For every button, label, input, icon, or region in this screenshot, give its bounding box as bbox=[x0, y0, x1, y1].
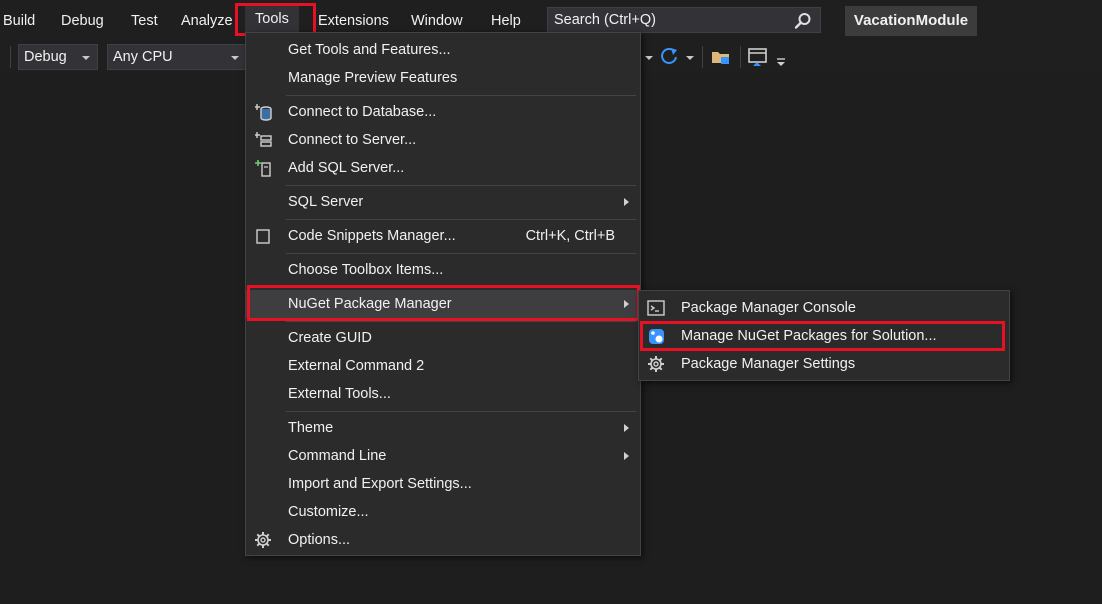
menu-item-label: Options... bbox=[288, 532, 351, 548]
menu-item-get-tools[interactable]: Get Tools and Features... bbox=[246, 36, 640, 64]
menu-item-code-snippets-manager[interactable]: Code Snippets Manager... Ctrl+K, Ctrl+B bbox=[246, 222, 640, 250]
menu-item-import-export-settings[interactable]: Import and Export Settings... bbox=[246, 470, 640, 498]
search-icon bbox=[794, 13, 811, 29]
toolbar-separator bbox=[10, 46, 11, 68]
menu-item-label: Command Line bbox=[288, 448, 387, 464]
chevron-down-icon bbox=[231, 56, 239, 60]
menu-item-label: Code Snippets Manager... bbox=[288, 228, 456, 244]
menu-item-sql-server[interactable]: SQL Server bbox=[246, 188, 640, 216]
submenu-arrow-icon bbox=[624, 424, 629, 432]
configuration-dropdown[interactable]: Debug bbox=[18, 44, 98, 70]
dropdown-arrow-icon[interactable] bbox=[686, 56, 694, 60]
menu-item-label: Get Tools and Features... bbox=[288, 42, 451, 58]
menu-item-manage-nuget-packages-for-solution[interactable]: Manage NuGet Packages for Solution... bbox=[639, 322, 1009, 350]
configuration-value: Debug bbox=[24, 49, 67, 65]
menu-item-label: External Command 2 bbox=[288, 358, 425, 374]
submenu-arrow-icon bbox=[624, 300, 629, 308]
platform-value: Any CPU bbox=[113, 49, 173, 65]
menu-separator bbox=[286, 287, 636, 288]
menu-item-label: Choose Toolbox Items... bbox=[288, 262, 444, 278]
menu-item-label: Import and Export Settings... bbox=[288, 476, 472, 492]
menu-item-choose-toolbox-items[interactable]: Choose Toolbox Items... bbox=[246, 256, 640, 284]
menu-item-label: Create GUID bbox=[288, 330, 372, 346]
menu-item-package-manager-console[interactable]: Package Manager Console bbox=[639, 294, 1009, 322]
menu-window[interactable]: Window bbox=[411, 11, 463, 31]
menu-item-customize[interactable]: Customize... bbox=[246, 498, 640, 526]
dropdown-arrow-icon[interactable] bbox=[645, 56, 653, 60]
nuget-submenu: Package Manager Console Manage NuGet Pac… bbox=[638, 290, 1010, 381]
menu-item-external-command-2[interactable]: External Command 2 bbox=[246, 352, 640, 380]
refresh-icon[interactable] bbox=[658, 46, 680, 68]
menu-item-label: Manage NuGet Packages for Solution... bbox=[681, 328, 937, 344]
submenu-arrow-icon bbox=[624, 198, 629, 206]
submenu-arrow-icon bbox=[624, 452, 629, 460]
menu-item-label: NuGet Package Manager bbox=[288, 296, 452, 312]
toolbar-separator bbox=[740, 46, 741, 68]
menu-item-label: External Tools... bbox=[288, 386, 391, 402]
menu-separator bbox=[286, 219, 636, 220]
menu-help[interactable]: Help bbox=[491, 11, 521, 31]
code-snippets-icon bbox=[256, 229, 270, 244]
menu-item-label: Add SQL Server... bbox=[288, 160, 405, 176]
menu-item-label: Package Manager Console bbox=[681, 300, 856, 316]
menu-item-add-sql-server[interactable]: Add SQL Server... bbox=[246, 154, 640, 182]
menu-test[interactable]: Test bbox=[131, 11, 158, 31]
overflow-icon[interactable] bbox=[776, 57, 786, 67]
menu-build[interactable]: Build bbox=[3, 11, 35, 31]
gear-icon bbox=[255, 532, 271, 548]
platform-dropdown[interactable]: Any CPU bbox=[107, 44, 247, 70]
server-connect-icon bbox=[255, 132, 272, 147]
menu-extensions[interactable]: Extensions bbox=[318, 11, 389, 31]
menu-item-label: Theme bbox=[288, 420, 334, 436]
menu-separator bbox=[286, 95, 636, 96]
add-sql-server-icon bbox=[255, 160, 271, 177]
menu-item-label: Manage Preview Features bbox=[288, 70, 458, 86]
menu-item-label: Package Manager Settings bbox=[681, 356, 856, 372]
chevron-down-icon bbox=[82, 56, 90, 60]
search-placeholder: Search (Ctrl+Q) bbox=[554, 12, 656, 28]
menu-item-theme[interactable]: Theme bbox=[246, 414, 640, 442]
menu-separator bbox=[286, 185, 636, 186]
menu-item-nuget-package-manager[interactable]: NuGet Package Manager bbox=[246, 290, 640, 318]
menu-separator bbox=[286, 253, 636, 254]
tools-menu: Get Tools and Features... Manage Preview… bbox=[245, 32, 641, 556]
menu-separator bbox=[286, 411, 636, 412]
search-input[interactable]: Search (Ctrl+Q) bbox=[547, 7, 821, 33]
gear-icon bbox=[648, 356, 664, 372]
solution-name-badge[interactable]: VacationModule bbox=[845, 6, 977, 36]
menu-item-connect-server[interactable]: Connect to Server... bbox=[246, 126, 640, 154]
menu-separator bbox=[286, 321, 636, 322]
menu-item-external-tools[interactable]: External Tools... bbox=[246, 380, 640, 408]
toolbar-separator bbox=[702, 46, 703, 68]
folder-icon[interactable] bbox=[710, 46, 732, 68]
menu-debug[interactable]: Debug bbox=[61, 11, 104, 31]
menu-item-package-manager-settings[interactable]: Package Manager Settings bbox=[639, 350, 1009, 378]
menu-item-create-guid[interactable]: Create GUID bbox=[246, 324, 640, 352]
menu-item-manage-preview-features[interactable]: Manage Preview Features bbox=[246, 64, 640, 92]
nuget-icon bbox=[649, 329, 664, 344]
menu-item-connect-database[interactable]: Connect to Database... bbox=[246, 98, 640, 126]
menu-item-command-line[interactable]: Command Line bbox=[246, 442, 640, 470]
menu-item-shortcut: Ctrl+K, Ctrl+B bbox=[525, 228, 615, 244]
menu-tools[interactable]: Tools bbox=[245, 6, 299, 32]
window-home-icon[interactable] bbox=[747, 46, 769, 68]
menu-item-options[interactable]: Options... bbox=[246, 526, 640, 554]
menu-item-label: Connect to Database... bbox=[288, 104, 437, 120]
menu-item-label: SQL Server bbox=[288, 194, 364, 210]
menu-item-label: Connect to Server... bbox=[288, 132, 417, 148]
database-connect-icon bbox=[255, 104, 272, 121]
console-icon bbox=[647, 300, 665, 316]
menu-item-label: Customize... bbox=[288, 504, 369, 520]
menu-analyze[interactable]: Analyze bbox=[181, 11, 233, 31]
